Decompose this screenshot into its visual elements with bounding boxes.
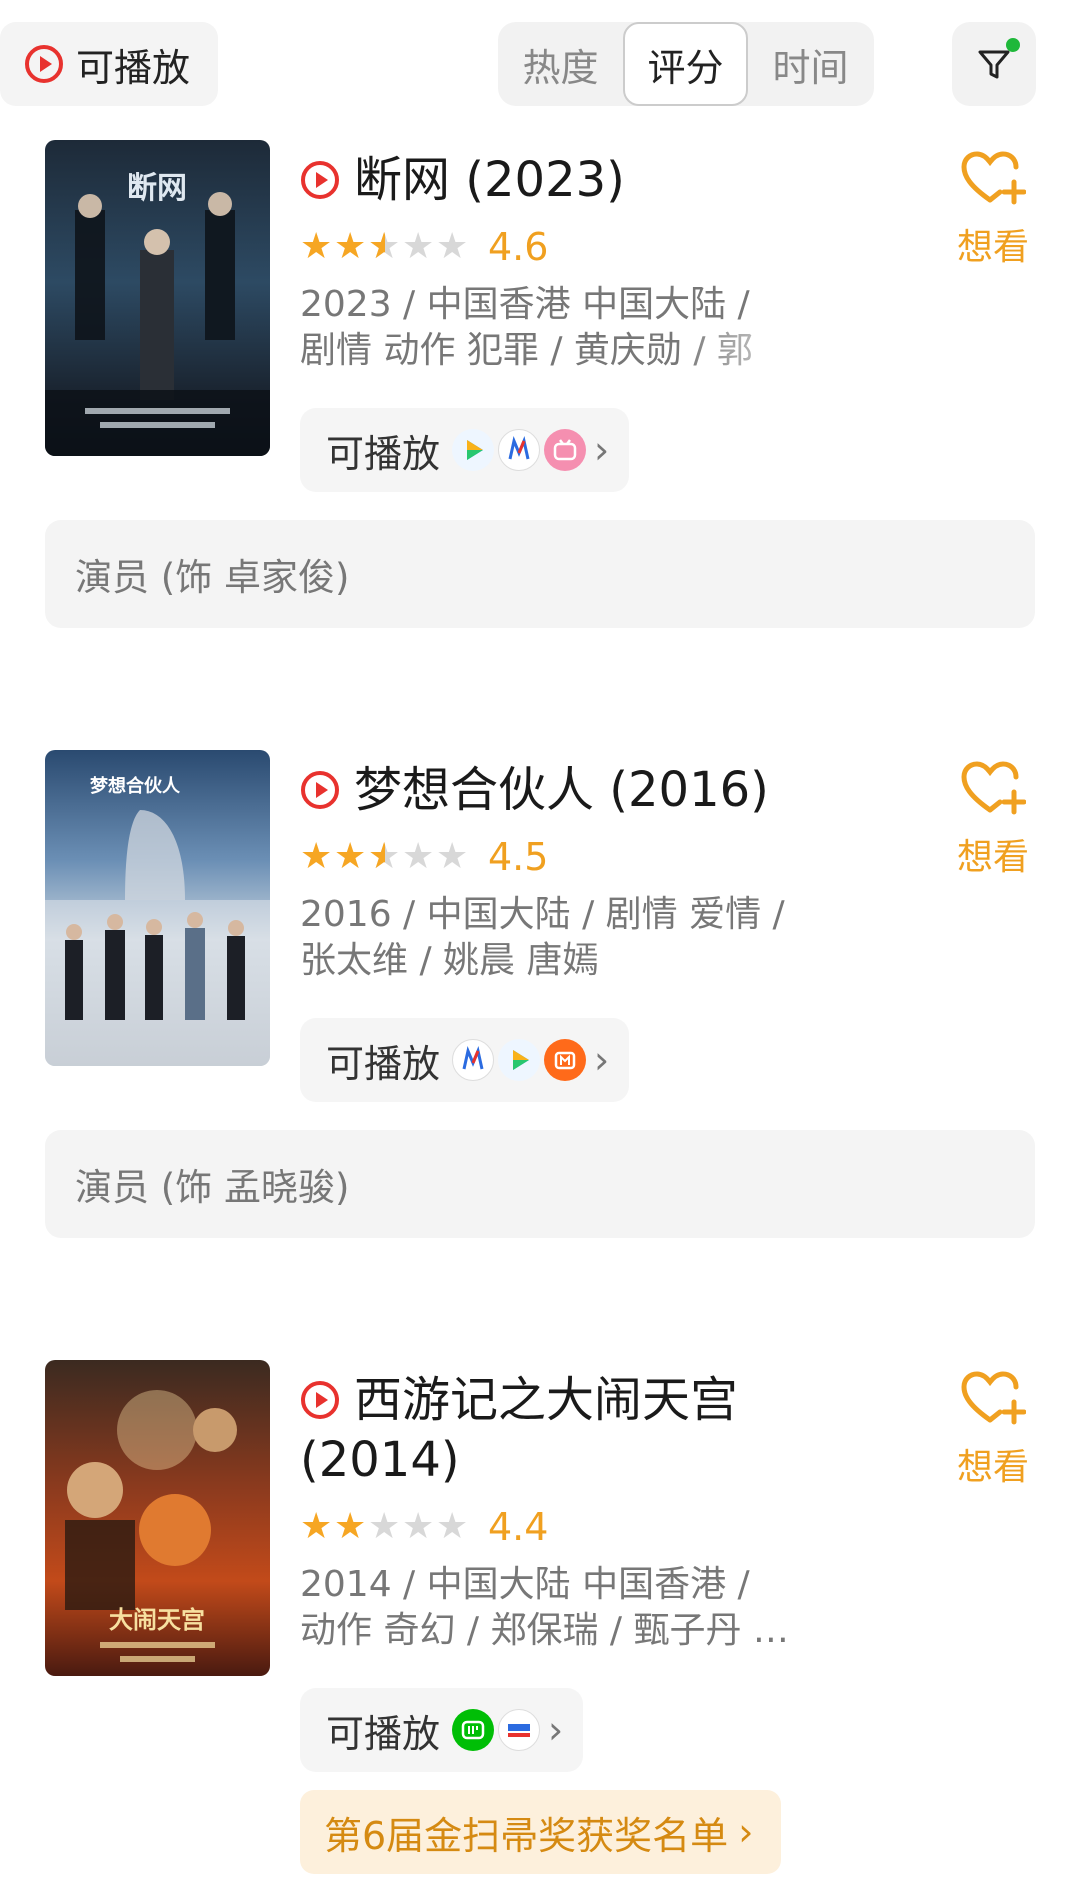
movie-poster[interactable]: 大闹天宫 (45, 1360, 270, 1676)
star-half-icon: ★ (368, 839, 402, 876)
rating-score: 4.4 (488, 1505, 549, 1549)
want-to-watch-button[interactable]: 想看 (948, 1370, 1038, 1490)
rating-score: 4.5 (488, 835, 549, 879)
tencent-video-icon (498, 1039, 541, 1081)
poster-art: 梦想合伙人 (45, 775, 270, 1066)
playable-label: 可播放 (326, 1711, 441, 1756)
star-empty-icon: ★ (436, 1506, 469, 1547)
star-icon: ★ (300, 1506, 333, 1547)
award-label: 第6届金扫帚奖获奖名单 (324, 1813, 729, 1858)
poster-art: 大闹天宫 (65, 1390, 237, 1662)
movie-poster[interactable]: 断网 (45, 140, 270, 456)
star-empty-icon: ★ (402, 836, 435, 877)
star-icon: ★ (334, 1506, 367, 1547)
rating-row: ★ ★ ★ ★ ★ 4.6 (300, 225, 548, 269)
star-icon: ★ (334, 226, 367, 267)
meta-line: 张太维 / 姚晨 唐嫣 (300, 940, 599, 981)
star-icon: ★ (300, 226, 333, 267)
playable-services-button[interactable]: 可播放 › (300, 1018, 630, 1102)
tab-time[interactable]: 时间 (748, 22, 873, 106)
star-half-icon: ★ (368, 229, 402, 266)
star-icon: ★ (334, 836, 367, 877)
meta-line: 2014 / 中国大陆 中国香港 / (300, 1564, 750, 1605)
playable-label: 可播放 (326, 1041, 441, 1086)
star-empty-icon: ★ (368, 1506, 401, 1547)
filter-button[interactable] (952, 22, 1036, 106)
movie-meta: 2014 / 中国大陆 中国香港 / 动作 奇幻 / 郑保瑞 / 甄子丹 … (300, 1562, 840, 1654)
chevron-right-icon: › (594, 428, 610, 472)
movie-title: 西游记之大闹天宫 (354, 1372, 739, 1428)
rating-row: ★ ★ ★ ★ ★ 4.4 (300, 1505, 548, 1549)
star-icon: ★ (300, 836, 333, 877)
star-empty-icon: ★ (436, 836, 469, 877)
playable-services-button[interactable]: 可播放 › (300, 408, 630, 492)
want-to-watch-label: 想看 (956, 1447, 1029, 1488)
bilibili-icon (544, 429, 587, 471)
movie-meta: 2023 / 中国香港 中国大陆 / 剧情 动作 犯罪 / 黄庆勋 / 郭 (300, 282, 840, 374)
movie-title-row[interactable]: 断网 (2023) (300, 150, 625, 210)
rating-row: ★ ★ ★ ★ ★ 4.5 (300, 835, 548, 879)
playable-label: 可播放 (326, 431, 441, 476)
tencent-video-icon (452, 429, 495, 471)
role-info: 演员 (饰 孟晓骏) (45, 1130, 1035, 1238)
want-to-watch-label: 想看 (956, 227, 1029, 268)
heart-plus-icon (961, 761, 1027, 815)
meta-line: 动作 奇幻 / 郑保瑞 / 甄子丹 … (300, 1610, 789, 1651)
movie-poster[interactable]: 梦想合伙人 (45, 750, 270, 1066)
star-rating: ★ ★ ★ ★ ★ (300, 226, 470, 267)
mango-tv-icon (544, 1039, 587, 1081)
playable-filter-toggle[interactable]: 可播放 (0, 22, 218, 106)
role-info: 演员 (饰 卓家俊) (45, 520, 1035, 628)
movie-title-row[interactable]: 梦想合伙人 (2016) (300, 760, 769, 820)
award-badge[interactable]: 第6届金扫帚奖获奖名单 › (300, 1790, 782, 1874)
play-circle-icon (301, 161, 339, 199)
star-empty-icon: ★ (402, 226, 435, 267)
play-circle-icon (25, 45, 63, 83)
meta-line: 2016 / 中国大陆 / 剧情 爱情 / (300, 894, 785, 935)
svg-text:断网: 断网 (127, 171, 187, 206)
heart-plus-icon (961, 1371, 1027, 1425)
star-rating: ★ ★ ★ ★ ★ (300, 1509, 470, 1545)
movie-meta: 2016 / 中国大陆 / 剧情 爱情 / 张太维 / 姚晨 唐嫣 (300, 892, 840, 984)
filter-active-dot (1006, 38, 1020, 52)
want-to-watch-button[interactable]: 想看 (948, 760, 1038, 880)
iqiyi-icon (452, 1709, 495, 1751)
migu-video-icon (498, 429, 541, 471)
movie-title: 梦想合伙人 (2016) (354, 762, 769, 818)
star-empty-icon: ★ (402, 1506, 435, 1547)
meta-line: 剧情 动作 犯罪 / 黄庆勋 / 郭 (300, 330, 753, 371)
1905-movie-icon (498, 1709, 541, 1751)
movie-title: 断网 (2023) (354, 152, 625, 208)
movie-title-row[interactable]: 西游记之大闹天宫 (300, 1370, 738, 1430)
rating-score: 4.6 (488, 225, 549, 269)
chevron-right-icon: › (594, 1038, 610, 1082)
poster-art: 断网 (45, 171, 270, 456)
star-empty-icon: ★ (436, 226, 469, 267)
tab-hot[interactable]: 热度 (498, 22, 623, 106)
playable-filter-label: 可播放 (76, 45, 191, 90)
movie-title-year: (2014) (300, 1432, 460, 1488)
migu-video-icon (452, 1039, 495, 1081)
play-circle-icon (301, 1381, 339, 1419)
chevron-right-icon: › (738, 1810, 754, 1854)
play-circle-icon (301, 771, 339, 809)
meta-line: 2023 / 中国香港 中国大陆 / (300, 284, 750, 325)
star-rating: ★ ★ ★ ★ ★ (300, 836, 470, 877)
chevron-right-icon: › (548, 1708, 564, 1752)
playable-services-button[interactable]: 可播放 › (300, 1688, 584, 1772)
heart-plus-icon (961, 151, 1027, 205)
top-bar: 可播放 热度 评分 时间 (0, 0, 1080, 120)
want-to-watch-label: 想看 (956, 837, 1029, 878)
want-to-watch-button[interactable]: 想看 (948, 150, 1038, 270)
svg-text:梦想合伙人: 梦想合伙人 (90, 775, 181, 797)
sort-tabs: 热度 评分 时间 (498, 22, 874, 106)
tab-rating[interactable]: 评分 (623, 22, 748, 106)
svg-text:大闹天宫: 大闹天宫 (109, 1606, 205, 1634)
